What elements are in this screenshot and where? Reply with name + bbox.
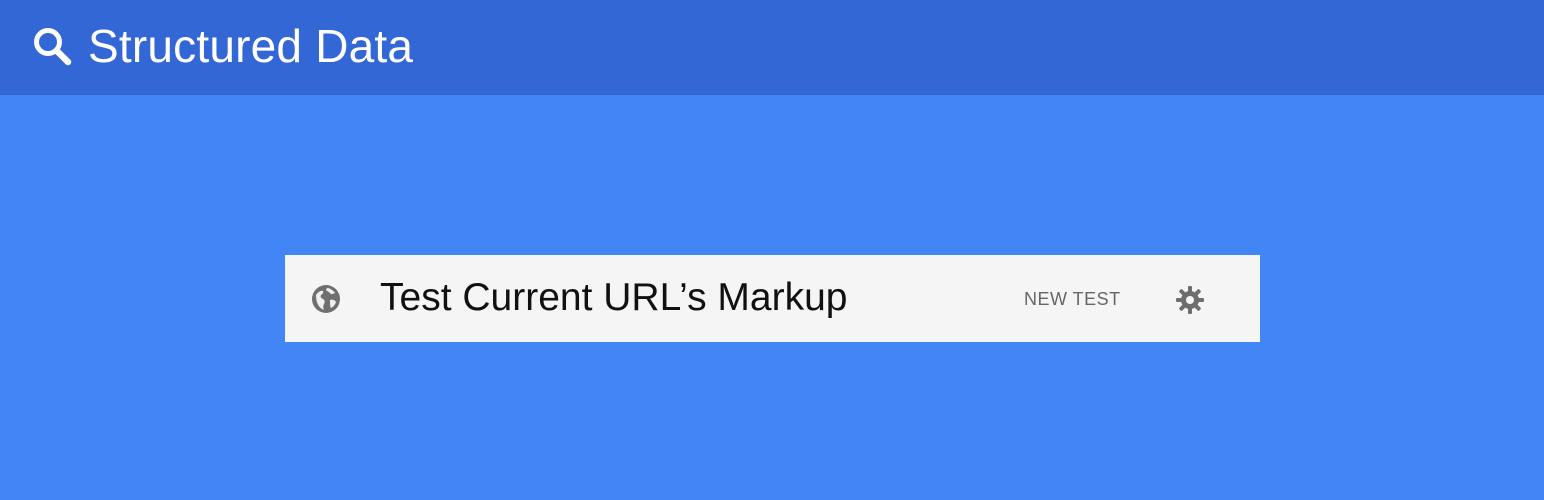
top-app-bar: Structured Data [0,0,1544,95]
gear-icon[interactable] [1174,284,1206,316]
app-root: Structured Data Test Current URL’s Marku… [0,0,1544,500]
globe-icon [312,285,340,313]
page-title: Structured Data [88,20,414,72]
search-icon [34,28,72,66]
new-test-button[interactable]: NEW TEST [1024,288,1121,310]
test-current-url-label: Test Current URL’s Markup [380,276,848,319]
